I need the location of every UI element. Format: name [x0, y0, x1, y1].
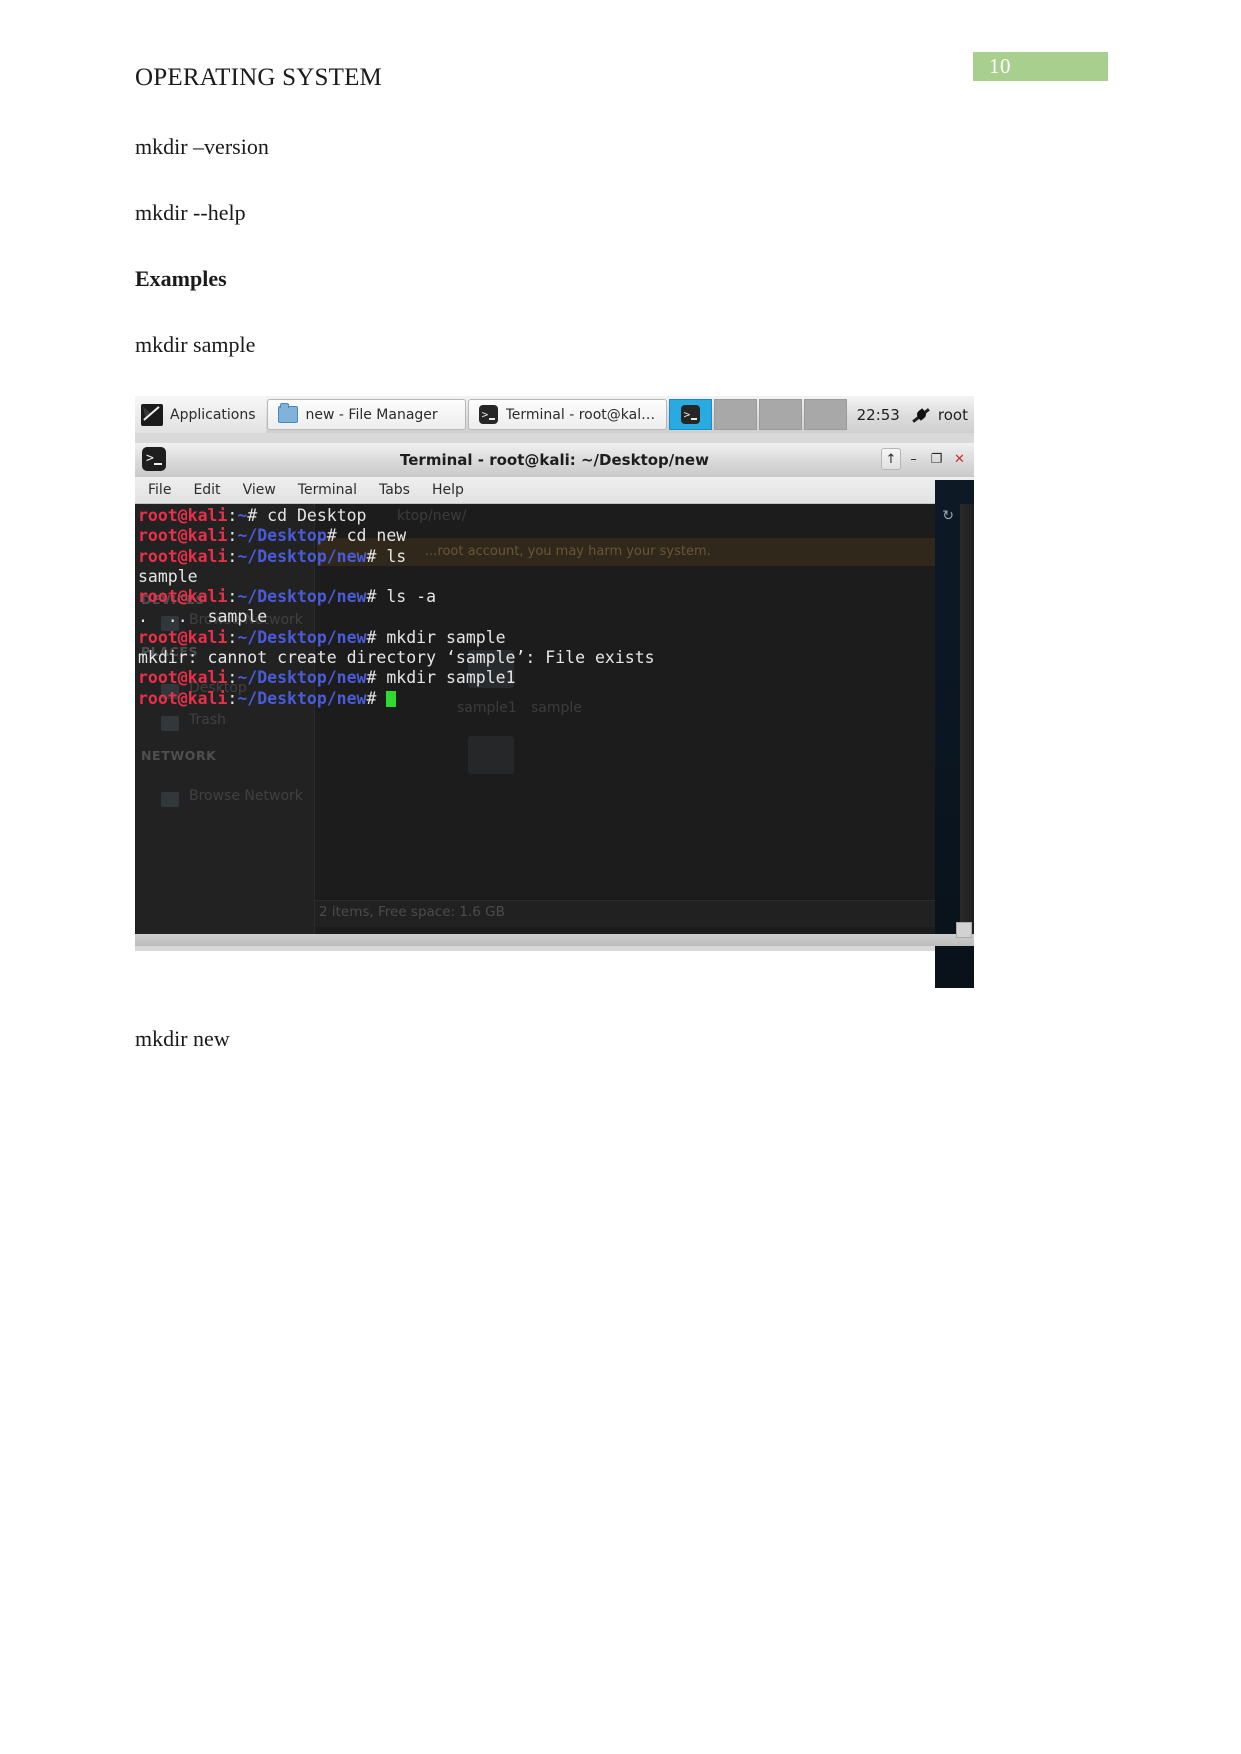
- prompt-user: root@kali: [138, 546, 228, 566]
- prompt-path: ~: [237, 506, 248, 525]
- ghost-sidebar-browse-network: Browse Network: [189, 788, 303, 804]
- close-button[interactable]: ✕: [949, 447, 970, 471]
- prompt-user: root@kali: [138, 506, 228, 525]
- prompt-path: ~/Desktop/new: [237, 627, 367, 647]
- page-number-badge: 10: [973, 52, 1108, 81]
- reload-icon[interactable]: ↻: [942, 508, 954, 524]
- menu-item-edit[interactable]: Edit: [193, 482, 220, 498]
- prompt-user: root@kali: [138, 627, 228, 647]
- ghost-sidebar-trash: Trash: [189, 712, 226, 728]
- taskbar-item-file-manager[interactable]: new - File Manager: [266, 399, 466, 430]
- document-page: 10 OPERATING SYSTEM mkdir –version mkdir…: [0, 0, 1241, 1754]
- command-text: ls -a: [386, 587, 437, 607]
- prompt-user: root@kali: [138, 526, 228, 546]
- prompt-hash: #: [326, 526, 347, 546]
- menu-item-view[interactable]: View: [243, 482, 276, 498]
- folder-icon: [277, 403, 298, 423]
- terminal-icon: [680, 405, 700, 424]
- terminal-scrollbar[interactable]: [960, 504, 974, 934]
- page-title: OPERATING SYSTEM: [135, 64, 382, 91]
- panel-workspace-3[interactable]: [803, 399, 847, 430]
- command-text: cd Desktop: [267, 506, 367, 525]
- panel-user-label[interactable]: root: [934, 396, 974, 433]
- prompt-hash: #: [366, 668, 387, 688]
- command-text: ls: [386, 546, 407, 566]
- terminal-icon: [478, 405, 498, 424]
- ghost-status-text: 2 items, Free space: 1.6 GB: [319, 904, 505, 920]
- embedded-screenshot: Applications new - File Manager Terminal…: [135, 396, 974, 988]
- prompt-hash: #: [366, 688, 387, 708]
- resize-grip[interactable]: [956, 922, 972, 938]
- paragraph-mkdir-help: mkdir --help: [135, 200, 246, 225]
- prompt-hash: #: [247, 506, 268, 525]
- paragraph-mkdir-sample: mkdir sample: [135, 332, 256, 357]
- taskbar-item-label: new - File Manager: [305, 406, 438, 423]
- applications-label: Applications: [170, 406, 256, 423]
- terminal-menubar: File Edit View Terminal Tabs Help: [135, 477, 974, 504]
- menu-item-file[interactable]: File: [148, 482, 171, 498]
- prompt-path: ~/Desktop/new: [237, 546, 367, 566]
- terminal-cursor: [386, 690, 397, 707]
- shade-button[interactable]: ↑: [881, 448, 901, 470]
- terminal-text: root@kali:~# cd Desktop root@kali:~/Desk…: [138, 506, 655, 708]
- ghost-trash-icon: [161, 716, 179, 731]
- desktop-top-panel: Applications new - File Manager Terminal…: [135, 396, 974, 433]
- paragraph-mkdir-version: mkdir –version: [135, 134, 269, 159]
- prompt-path: ~/Desktop/new: [237, 587, 367, 607]
- panel-clock[interactable]: 22:53: [848, 396, 909, 433]
- prompt-path: ~/Desktop: [237, 526, 327, 546]
- menu-item-terminal[interactable]: Terminal: [298, 482, 357, 498]
- menu-item-tabs[interactable]: Tabs: [379, 482, 410, 498]
- command-text: mkdir sample: [386, 627, 506, 647]
- panel-workspace-2[interactable]: [758, 399, 802, 430]
- prompt-user: root@kali: [138, 587, 228, 607]
- prompt-user: root@kali: [138, 668, 228, 688]
- ghost-network-icon: [161, 792, 179, 807]
- panel-workspace-1[interactable]: [713, 399, 757, 430]
- window-bottom-edge: [135, 934, 974, 946]
- command-text: mkdir sample1: [386, 668, 516, 688]
- prompt-path: ~/Desktop/new: [237, 688, 367, 708]
- output-text: . .. sample: [138, 607, 268, 627]
- terminal-window-title: Terminal - root@kali: ~/Desktop/new: [400, 451, 709, 469]
- menu-item-help[interactable]: Help: [432, 482, 464, 498]
- prompt-path: ~/Desktop/new: [237, 668, 367, 688]
- output-text: sample: [138, 566, 198, 586]
- ghost-heading-network: NETWORK: [141, 748, 217, 763]
- minimize-button[interactable]: –: [903, 447, 924, 471]
- heading-examples: Examples: [135, 266, 227, 291]
- kali-dragon-icon: [141, 403, 163, 426]
- prompt-hash: #: [366, 546, 387, 566]
- taskbar-item-label: Terminal - root@kali: ~/...: [505, 406, 656, 423]
- panel-active-terminal-icon[interactable]: [668, 399, 712, 430]
- prompt-hash: #: [366, 587, 387, 607]
- window-controls: ↑ – ❐ ✕: [881, 447, 970, 471]
- maximize-button[interactable]: ❐: [926, 447, 947, 471]
- command-text: cd new: [346, 526, 407, 546]
- terminal-titlebar[interactable]: Terminal - root@kali: ~/Desktop/new ↑ – …: [135, 443, 974, 478]
- applications-menu-button[interactable]: Applications: [135, 396, 266, 433]
- paragraph-mkdir-new: mkdir new: [135, 1026, 230, 1051]
- network-plug-icon[interactable]: [909, 396, 934, 433]
- terminal-window: Terminal - root@kali: ~/Desktop/new ↑ – …: [135, 433, 974, 988]
- taskbar-item-terminal[interactable]: Terminal - root@kali: ~/...: [467, 399, 667, 430]
- ghost-folder-large-2: [468, 736, 514, 774]
- output-text: mkdir: cannot create directory ‘sample’:…: [138, 648, 655, 668]
- ghost-statusbar: [315, 900, 974, 927]
- prompt-hash: #: [366, 627, 387, 647]
- terminal-output-area[interactable]: ktop/new/ ...root account, you may harm …: [135, 504, 974, 934]
- prompt-user: root@kali: [138, 688, 228, 708]
